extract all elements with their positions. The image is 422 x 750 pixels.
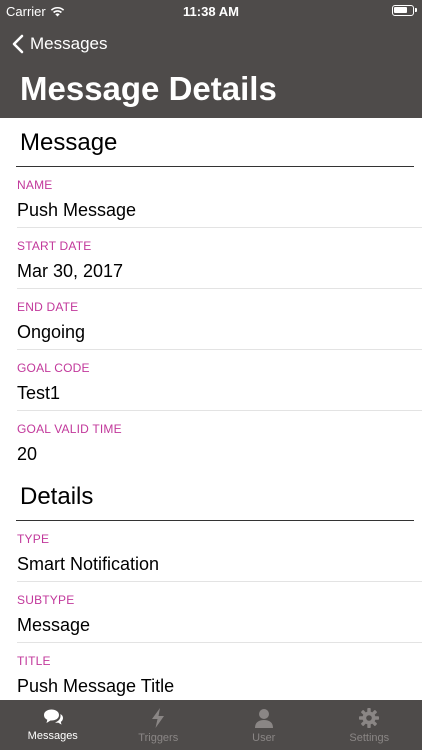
field-label: GOAL VALID TIME [17, 422, 122, 436]
section-title: Details [20, 483, 94, 510]
tab-label: User [252, 732, 276, 744]
section-title: Message [20, 129, 118, 156]
page-title: Message Details [20, 70, 277, 107]
tab-messages[interactable]: Messages [0, 700, 106, 750]
details-scroll-view[interactable]: Message NAME Push Message START DATE Mar… [0, 118, 422, 700]
lightning-bolt-icon [152, 708, 165, 728]
tab-user[interactable]: User [211, 700, 317, 750]
section-details: Details TYPE Smart Notification SUBTYPE … [0, 472, 422, 700]
field-value: Ongoing [17, 322, 86, 342]
user-silhouette-icon [254, 709, 273, 728]
field-subtype: SUBTYPE Message [17, 582, 422, 643]
battery-icon [392, 5, 417, 16]
field-value: Message [17, 615, 91, 635]
nav-header: Carrier 11:38 AM Messages Message Detail… [0, 0, 422, 118]
field-end-date: END DATE Ongoing [17, 289, 422, 350]
chevron-left-icon [12, 34, 24, 54]
field-value: Smart Notification [17, 554, 160, 574]
field-start-date: START DATE Mar 30, 2017 [17, 228, 422, 289]
tab-label: Triggers [138, 732, 179, 744]
field-label: END DATE [17, 300, 79, 314]
field-label: SUBTYPE [17, 593, 75, 607]
speech-bubbles-icon [43, 709, 63, 725]
field-value: Push Message [17, 200, 137, 220]
tab-label: Messages [27, 730, 78, 742]
field-goal-code: GOAL CODE Test1 [17, 350, 422, 411]
field-name: NAME Push Message [17, 167, 422, 228]
field-value: 20 [17, 444, 38, 464]
field-label: NAME [17, 178, 53, 192]
field-title: TITLE Push Message Title [17, 643, 422, 700]
tab-settings[interactable]: Settings [317, 700, 422, 750]
field-value: Test1 [17, 383, 61, 403]
status-bar: Carrier 11:38 AM [0, 0, 422, 22]
section-message: Message NAME Push Message START DATE Mar… [0, 118, 422, 472]
field-goal-valid-time: GOAL VALID TIME 20 [17, 411, 422, 472]
tab-triggers[interactable]: Triggers [106, 700, 212, 750]
field-label: GOAL CODE [17, 361, 90, 375]
tab-label: Settings [349, 732, 390, 744]
field-type: TYPE Smart Notification [17, 521, 422, 582]
field-value: Mar 30, 2017 [17, 261, 124, 281]
field-value: Push Message Title [17, 676, 175, 696]
back-button[interactable]: Messages [12, 32, 107, 56]
field-label: TYPE [17, 532, 50, 546]
tab-bar: Messages Triggers User Settings [0, 700, 422, 750]
field-label: TITLE [17, 654, 51, 668]
back-button-label: Messages [30, 34, 108, 53]
gear-icon [359, 708, 380, 728]
field-label: START DATE [17, 239, 92, 253]
clock: 11:38 AM [183, 4, 239, 19]
